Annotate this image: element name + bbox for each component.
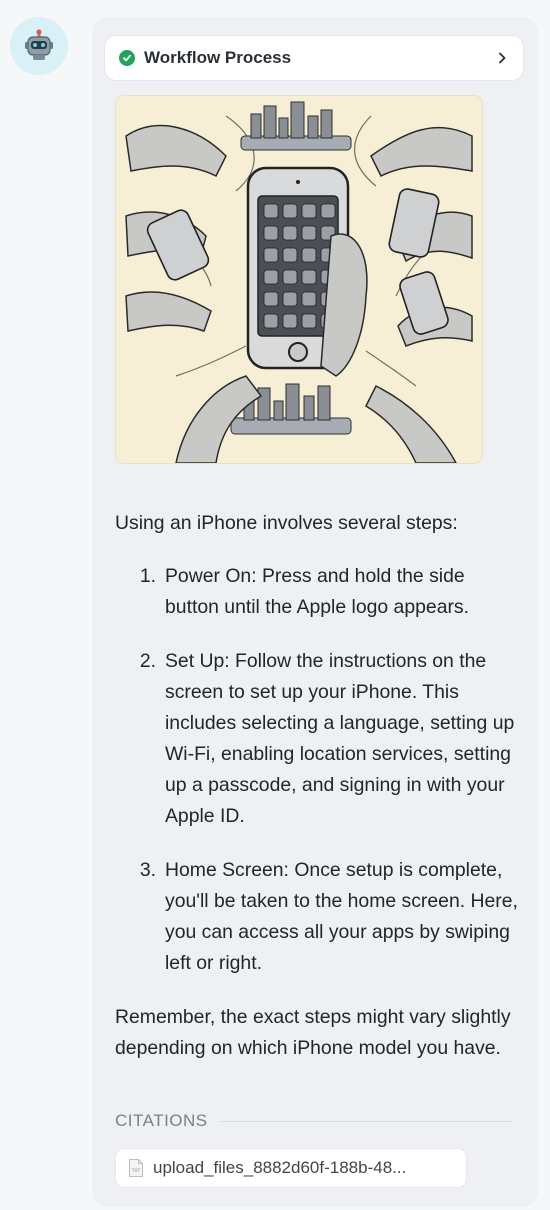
intro-text: Using an iPhone involves several steps: (115, 512, 458, 534)
citation-file-name: upload_files_8882d60f-188b-48... (153, 1158, 407, 1177)
check-circle-icon (119, 50, 135, 66)
outro-text: Remember, the exact steps might vary sli… (115, 1006, 511, 1059)
step-number: 3. (139, 859, 156, 881)
citations-header: CITATIONS (115, 1111, 513, 1131)
list-item: 2. Set Up: Follow the instructions on th… (115, 646, 520, 832)
step-text: Set Up: Follow the instructions on the s… (165, 650, 515, 827)
list-item: 1. Power On: Press and hold the side but… (115, 561, 520, 623)
iphone-illustration-image[interactable] (116, 96, 482, 463)
svg-text:TXT: TXT (131, 1168, 141, 1174)
step-number: 2. (139, 650, 156, 672)
divider (219, 1120, 513, 1122)
step-text: Power On: Press and hold the side button… (165, 565, 470, 618)
step-number: 1. (139, 565, 156, 587)
assistant-avatar (10, 17, 68, 75)
workflow-label: Workflow Process (144, 48, 292, 67)
steps-list: 1. Power On: Press and hold the side but… (115, 561, 520, 979)
step-text: Home Screen: Once setup is complete, you… (165, 859, 518, 974)
citation-file-chip[interactable]: TXT upload_files_8882d60f-188b-48... (115, 1148, 467, 1188)
assistant-message: Workflow Process Using an iPhone involve… (92, 17, 538, 1207)
illustration-artwork (116, 96, 482, 463)
list-item: 3. Home Screen: Once setup is complete, … (115, 855, 520, 979)
citations-label: CITATIONS (115, 1111, 208, 1130)
chevron-right-icon (499, 52, 506, 64)
txt-file-icon: TXT (129, 1159, 143, 1177)
message-content: Using an iPhone involves several steps: … (115, 508, 520, 1064)
workflow-process-toggle[interactable]: Workflow Process (104, 35, 524, 81)
robot-icon (25, 29, 53, 60)
